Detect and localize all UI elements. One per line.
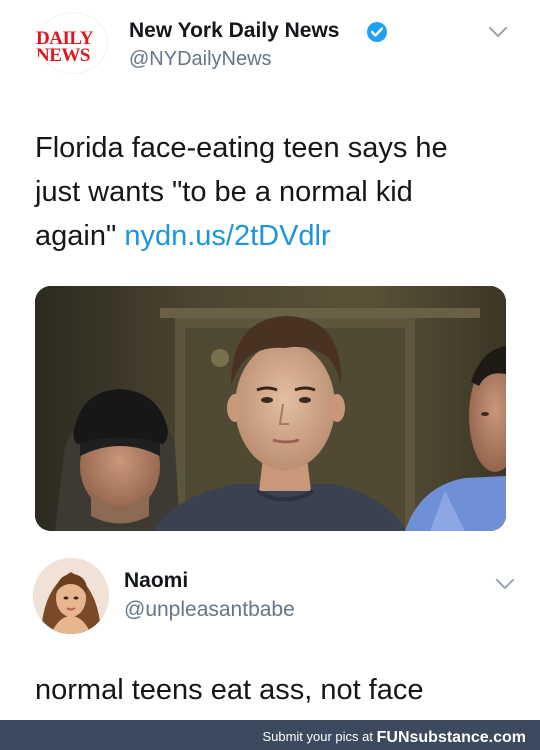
reply-text: normal teens eat ass, not face — [35, 674, 424, 706]
chevron-down-icon[interactable] — [488, 26, 508, 38]
tweet-text-line-3: again" nydn.us/2tDVdlr — [35, 214, 515, 258]
tweet-link[interactable]: nydn.us/2tDVdlr — [124, 220, 330, 252]
footer-brand[interactable]: FUNsubstance.com — [377, 729, 526, 746]
chevron-down-icon[interactable] — [495, 578, 515, 590]
reply-avatar[interactable] — [33, 558, 109, 634]
reply-author-name[interactable]: Naomi — [124, 569, 188, 593]
logo-wordmark: DAILY NEWS — [36, 29, 112, 66]
verified-badge-icon — [367, 22, 387, 42]
author-handle[interactable]: @NYDailyNews — [129, 48, 272, 71]
photo-illustration — [35, 286, 506, 531]
tweet-header: DAILY NEWS New York Daily News @NYDailyN… — [34, 10, 514, 74]
tweet-text-line-3-start: again" — [35, 220, 117, 252]
tweet-text-line-2: just wants "to be a normal kid — [35, 176, 413, 208]
avatar-image — [33, 558, 109, 634]
tweet-text: Florida face-eating teen says he just wa… — [35, 126, 515, 258]
tweet-text-line-1: Florida face-eating teen says he — [35, 132, 448, 164]
footer-caption: Submit your pics at FUNsubstance.com — [262, 728, 526, 746]
author-name[interactable]: New York Daily News — [129, 19, 339, 43]
daily-news-logo[interactable]: DAILY NEWS — [34, 10, 112, 74]
watermark-footer: Submit your pics at FUNsubstance.com — [0, 720, 540, 750]
footer-text: Submit your pics at — [262, 729, 373, 744]
tweet-photo[interactable] — [35, 286, 506, 531]
logo-line-2: NEWS — [36, 45, 90, 66]
reply-author-handle[interactable]: @unpleasantbabe — [124, 598, 295, 622]
